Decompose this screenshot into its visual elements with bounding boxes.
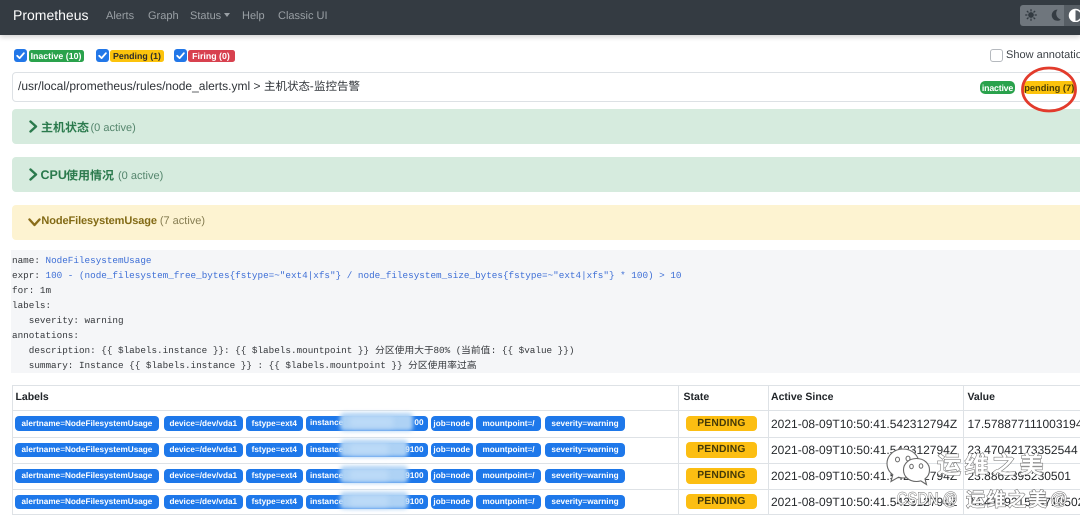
svg-text:@: @ — [1050, 489, 1068, 509]
svg-text:CSDN @: CSDN @ — [897, 489, 958, 509]
